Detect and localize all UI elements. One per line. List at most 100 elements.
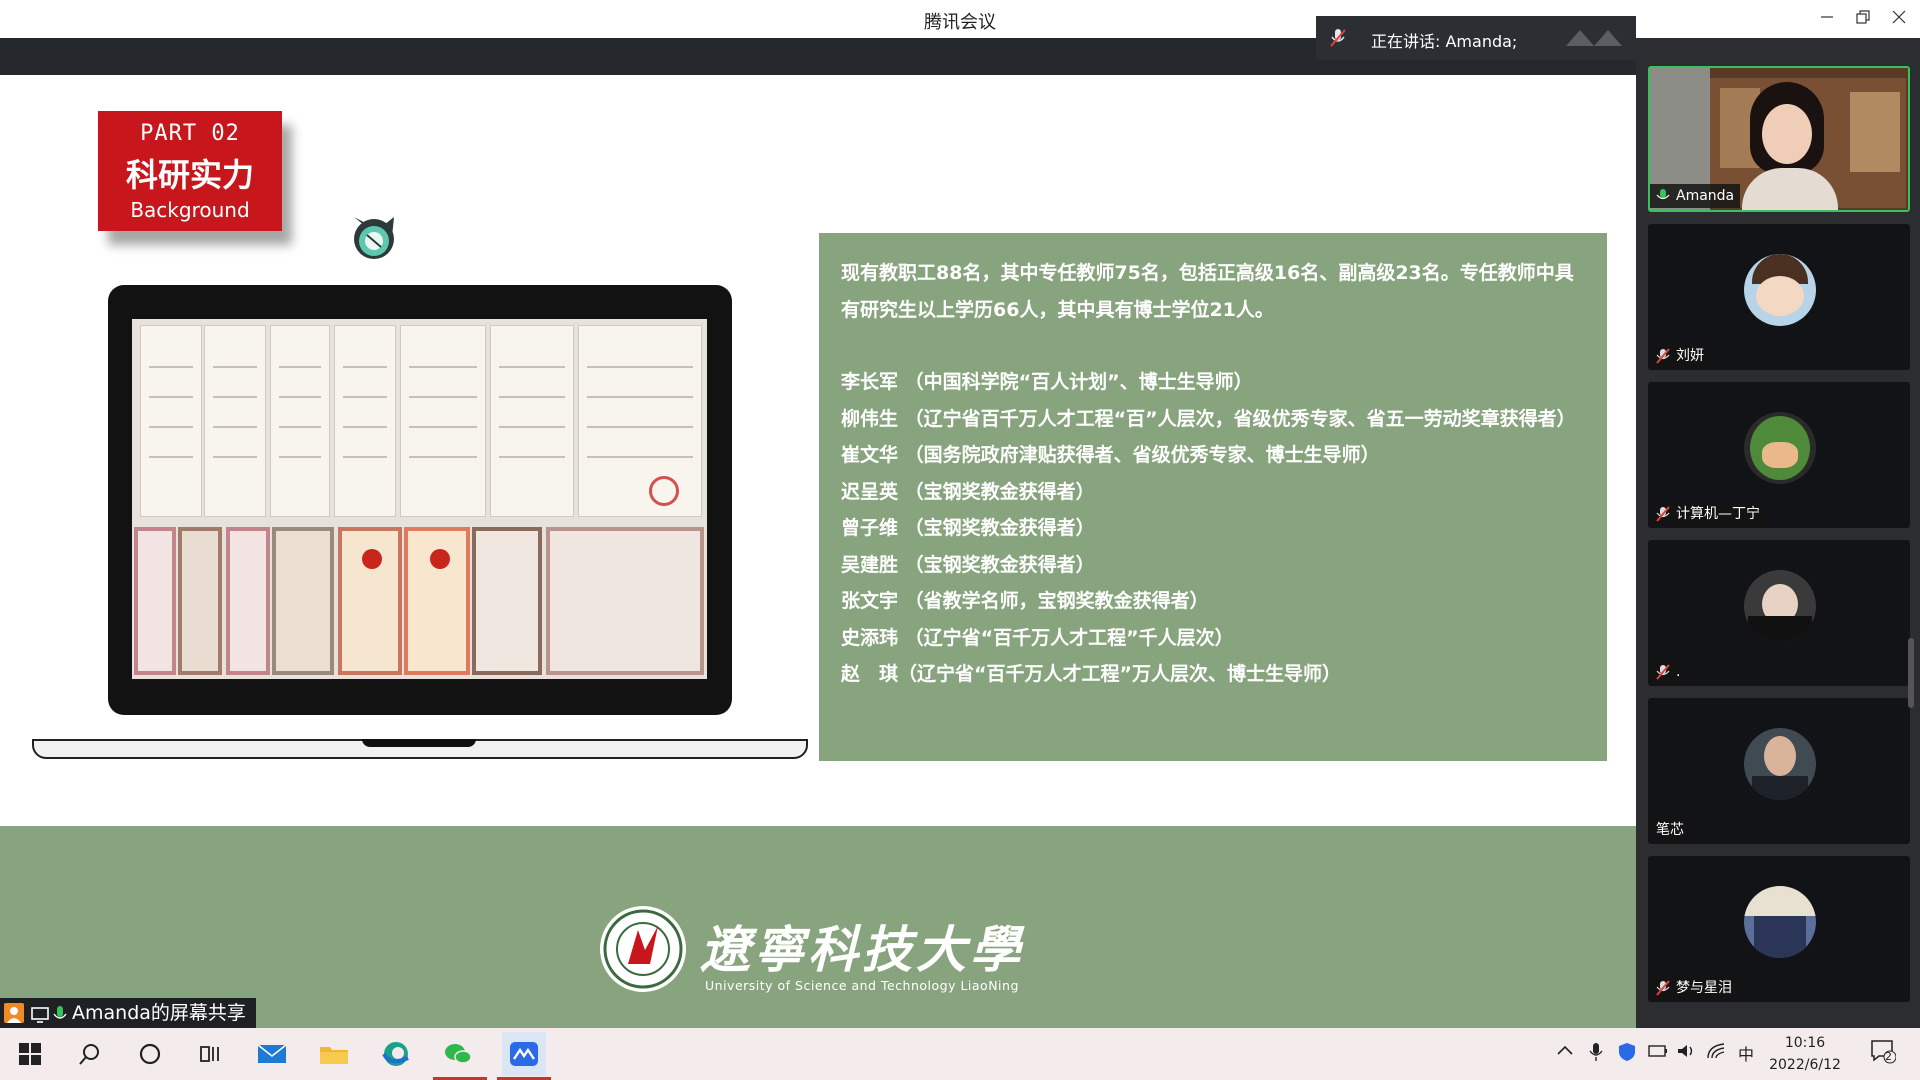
participant-name: 梦与星泪 xyxy=(1676,980,1732,996)
task-view-icon xyxy=(200,1046,219,1062)
faculty-line: 柳伟生 （辽宁省百千万人才工程“百”人层次，省级优秀专家、省五一劳动奖章获得者） xyxy=(841,407,1576,430)
tray-mic[interactable] xyxy=(1588,1042,1604,1066)
participant-name-tag: 笔芯 xyxy=(1650,818,1690,842)
cortana-button[interactable] xyxy=(132,1036,168,1072)
avatar xyxy=(1744,886,1816,958)
faculty-summary: 现有教职工88名，其中专任教师75名，包括正高级16名、副高级23名。专任教师中… xyxy=(841,262,1574,321)
faculty-line: 迟呈英 （宝钢奖教金获得者） xyxy=(841,480,1095,503)
notification-center-button[interactable]: 2 xyxy=(1870,1038,1897,1068)
participant-name: 刘妍 xyxy=(1676,348,1704,364)
participant-tile[interactable]: 笔芯 xyxy=(1648,698,1910,844)
battery-icon xyxy=(1648,1045,1667,1057)
avatar xyxy=(1744,254,1816,326)
mascot-icon xyxy=(354,217,394,259)
notification-count: 2 xyxy=(1885,1050,1892,1063)
search-button[interactable] xyxy=(72,1036,108,1072)
speaking-indicator: 正在讲话: Amanda; xyxy=(1316,16,1636,60)
mic-muted-icon xyxy=(1656,348,1670,364)
participant-tile[interactable]: . xyxy=(1648,540,1910,686)
folder-icon xyxy=(320,1047,348,1064)
minimize-button[interactable] xyxy=(1812,6,1842,32)
avatar xyxy=(1744,570,1816,642)
tencent-meeting-icon xyxy=(510,1042,538,1066)
section-header: PART 02 科研实力 Background xyxy=(98,111,282,231)
tray-security[interactable] xyxy=(1618,1042,1636,1066)
cortana-icon xyxy=(139,1043,161,1065)
participant-name-tag: 计算机—丁宁 xyxy=(1650,502,1766,526)
volume-icon xyxy=(1678,1045,1693,1057)
participant-name: Amanda xyxy=(1676,188,1735,204)
participants-panel: Amanda 刘妍 计算机—丁宁 . 笔芯 梦与星泪 xyxy=(1636,38,1920,1028)
tencent-meeting-button[interactable] xyxy=(502,1032,546,1076)
mic-muted-icon xyxy=(1656,980,1670,996)
participant-name-tag: . xyxy=(1650,660,1687,684)
faculty-line: 李长军 （中国科学院“百人计划”、博士生导师） xyxy=(841,371,1253,393)
restore-button[interactable] xyxy=(1848,6,1878,32)
laptop-image xyxy=(32,285,808,765)
participant-name-tag: 刘妍 xyxy=(1650,344,1710,368)
search-icon xyxy=(79,1044,99,1065)
participant-name: . xyxy=(1676,664,1681,680)
participant-name-tag: Amanda xyxy=(1650,184,1741,208)
participant-name: 笔芯 xyxy=(1656,822,1684,838)
input-method-indicator[interactable]: 中 xyxy=(1738,1041,1754,1065)
mail-app-button[interactable] xyxy=(254,1036,290,1072)
university-seal-icon xyxy=(600,906,686,992)
mail-icon xyxy=(257,1044,287,1063)
part-label: PART 02 xyxy=(140,121,240,146)
edge-icon xyxy=(382,1042,409,1066)
mic-muted-icon xyxy=(1656,664,1670,680)
shield-icon xyxy=(1619,1043,1635,1061)
notification-icon xyxy=(1871,1040,1897,1064)
participant-name: 计算机—丁宁 xyxy=(1676,506,1760,522)
faculty-line: 崔文华 （国务院政府津贴获得者、省级优秀专家、博士生导师） xyxy=(841,444,1380,466)
faculty-line: 史添玮 （辽宁省“百千万人才工程”千人层次） xyxy=(841,626,1234,649)
university-name-cn: 遼寧科技大學 xyxy=(700,920,1024,979)
minimize-icon xyxy=(1821,16,1833,18)
wechat-button[interactable] xyxy=(440,1036,476,1072)
mic-muted-icon xyxy=(1330,29,1346,47)
system-clock[interactable]: 10:16 2022/6/12 xyxy=(1760,1032,1850,1076)
speaking-text: 正在讲话: Amanda; xyxy=(1371,32,1518,51)
wechat-icon xyxy=(445,1044,472,1064)
faculty-line: 吴建胜 （宝钢奖教金获得者） xyxy=(841,553,1095,576)
show-hidden-icons[interactable] xyxy=(1556,1042,1574,1064)
participant-tile[interactable]: 计算机—丁宁 xyxy=(1648,382,1910,528)
restore-icon xyxy=(1856,10,1870,24)
mic-muted-icon xyxy=(1656,506,1670,522)
user-icon xyxy=(4,1003,24,1023)
faculty-line: 赵 琪（辽宁省“百千万人才工程”万人层次、博士生导师） xyxy=(841,663,1341,685)
section-title: 科研实力 xyxy=(125,156,254,194)
edge-browser-button[interactable] xyxy=(378,1036,414,1072)
laptop-screen-frame xyxy=(108,285,732,715)
screen-share-text: Amanda的屏幕共享 xyxy=(72,1002,246,1024)
laptop-notch xyxy=(362,739,476,747)
clock-date: 2022/6/12 xyxy=(1769,1057,1841,1073)
avatar xyxy=(1744,728,1816,800)
close-icon xyxy=(1892,10,1906,24)
taskbar: 中 10:16 2022/6/12 2 xyxy=(0,1028,1920,1080)
shared-screen: PART 02 科研实力 Background 现有教职工88名，其中专任教师7… xyxy=(0,38,1636,1028)
tray-wifi[interactable] xyxy=(1706,1042,1726,1064)
start-button[interactable] xyxy=(12,1036,48,1072)
tray-volume[interactable] xyxy=(1676,1042,1696,1064)
chevron-up-icon xyxy=(1557,1045,1573,1055)
participant-name-tag: 梦与星泪 xyxy=(1650,976,1738,1000)
audio-level-icon xyxy=(1566,30,1622,46)
participant-tile[interactable]: 梦与星泪 xyxy=(1648,856,1910,1002)
participant-tile[interactable]: 刘妍 xyxy=(1648,224,1910,370)
windows-icon xyxy=(19,1043,41,1065)
file-explorer-button[interactable] xyxy=(316,1036,352,1072)
certificates-image xyxy=(132,319,707,679)
participant-tile[interactable]: Amanda xyxy=(1648,66,1910,212)
tray-battery[interactable] xyxy=(1648,1042,1668,1064)
faculty-line: 曾子维 （宝钢奖教金获得者） xyxy=(841,517,1095,539)
university-name-en: University of Science and Technology Lia… xyxy=(705,978,1019,993)
panel-scrollbar[interactable] xyxy=(1908,638,1914,708)
task-view-button[interactable] xyxy=(192,1036,228,1072)
faculty-line: 张文宇 （省教学名师，宝钢奖教金获得者） xyxy=(841,590,1209,612)
faculty-info-box: 现有教职工88名，其中专任教师75名，包括正高级16名、副高级23名。专任教师中… xyxy=(819,233,1607,761)
microphone-icon xyxy=(1589,1043,1603,1061)
close-button[interactable] xyxy=(1884,6,1914,32)
mic-on-icon xyxy=(50,1003,70,1023)
